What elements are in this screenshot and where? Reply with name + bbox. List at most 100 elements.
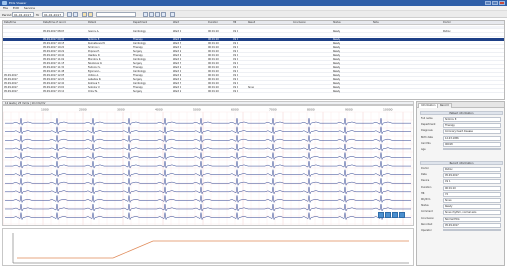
table-row[interactable]: 05.09.2017 10:22 Popova E. Surgery Ward 2 00… <box>3 50 504 53</box>
table-row[interactable]: 05.09.2017 05.09.2017 13:00 Sokolov V. Ther… <box>3 86 504 89</box>
field-value[interactable]: 00018 <box>443 141 501 147</box>
table-row[interactable]: 05.09.2017 10:20 Smirnov I. Therapy Ward 1 0… <box>3 46 504 49</box>
field-value[interactable]: Therapy <box>443 123 501 129</box>
field-value[interactable]: Petrov <box>443 167 501 172</box>
column-header[interactable]: Doctor <box>443 21 451 25</box>
field-value[interactable]: 72 <box>443 191 501 197</box>
table-row[interactable]: 05.09.2017 11:48 Egorova L. Cardiology Ward… <box>3 70 504 73</box>
field-value[interactable]: 12.03.1956 <box>443 135 501 141</box>
table-cell: Ready <box>333 78 341 81</box>
zoom-in-icon[interactable] <box>385 212 391 218</box>
field-value[interactable]: Coronary heart disease <box>443 129 501 135</box>
table-cell: Therapy <box>133 38 143 41</box>
field-label: Age <box>421 148 426 151</box>
table-cell: Smirnov I. <box>88 46 101 49</box>
table-cell: 00:01:10 <box>208 38 219 41</box>
table-row[interactable]: 05.09.2017 05.09.2017 12:05 Volkov A. Thera… <box>3 74 504 77</box>
refresh-icon[interactable] <box>82 12 87 17</box>
search-icon[interactable] <box>67 12 72 17</box>
field-value[interactable] <box>443 229 501 231</box>
table-cell: 00:01:10 <box>208 58 219 61</box>
field-value[interactable]: 05.09.2017 <box>443 222 501 228</box>
menu-item-file[interactable]: File <box>3 6 8 10</box>
app-logo-icon <box>2 1 7 5</box>
table-row[interactable]: 05.09.2017 08:03 Ivanov A. Cardiology Ward … <box>3 30 504 33</box>
help-icon[interactable] <box>170 12 175 17</box>
time-label: 10000 <box>383 108 393 112</box>
sort-icon[interactable] <box>161 12 166 17</box>
column-header[interactable]: Status <box>333 21 341 25</box>
table-cell: 00:01:10 <box>208 86 219 89</box>
table-row[interactable]: 05.09.2017 11:02 Morozov K. Cardiology Ward… <box>3 58 504 61</box>
table-cell: Therapy <box>133 46 143 49</box>
field-value[interactable]: Ready <box>443 204 501 210</box>
table-cell: Orlov N. <box>88 90 98 93</box>
field-value[interactable]: CS 1 <box>443 179 501 185</box>
export-icon[interactable] <box>143 12 148 17</box>
print-icon[interactable] <box>88 12 93 17</box>
zoom-out-icon[interactable] <box>378 212 384 218</box>
table-cell: Ready <box>333 42 341 45</box>
to-label: To <box>36 13 40 17</box>
field-value[interactable]: 00:01:10 <box>443 185 501 191</box>
period-to-input[interactable]: 01.01.2017 <box>42 12 64 17</box>
field-value[interactable]: Sinus <box>443 198 501 203</box>
close-icon[interactable] <box>499 1 505 5</box>
table-cell: Cardiology <box>133 30 146 33</box>
column-header[interactable]: Department <box>133 21 147 25</box>
table-cell: Ward 4 <box>173 54 182 57</box>
table-row[interactable]: 05.09.2017 05.09.2017 12:20 Lebedev R. Surg… <box>3 78 504 81</box>
time-label: 3000 <box>117 108 125 112</box>
table-cell: 05.09.2017 12:40 <box>43 82 65 85</box>
field-value[interactable]: Normal ECG <box>443 216 501 222</box>
period-from-input[interactable]: 01.01.2017 <box>12 12 34 17</box>
column-header[interactable]: Patient <box>88 21 96 25</box>
minimize-icon[interactable] <box>485 1 491 5</box>
table-cell: Ward 1 <box>173 86 182 89</box>
calendar-icon[interactable] <box>73 12 78 17</box>
fit-icon[interactable] <box>392 212 398 218</box>
table-cell: Surgery <box>133 90 143 93</box>
ecg-lead-trace <box>5 186 411 195</box>
column-header[interactable]: Date/time <box>4 21 16 25</box>
field-value[interactable]: Sidorov P. <box>443 117 501 122</box>
tab-information[interactable]: Information <box>418 103 439 108</box>
time-label: 1000 <box>41 108 49 112</box>
settings-icon[interactable] <box>149 12 154 17</box>
field-value[interactable] <box>443 148 501 150</box>
field-value[interactable]: 05.09.2017 <box>443 173 501 179</box>
table-row[interactable]: 05.09.2017 10:40 Vasiliev D. Therapy Ward 4… <box>3 54 504 57</box>
column-header[interactable]: Duration <box>208 21 218 25</box>
field-value[interactable]: Sinus rhythm, normal axis <box>443 210 501 216</box>
table-cell: Lebedev R. <box>88 78 102 81</box>
column-header[interactable]: Date/time of record <box>43 21 66 25</box>
column-header[interactable]: Conclusion <box>293 21 306 25</box>
grid-icon[interactable] <box>399 212 405 218</box>
ecg-lead-trace <box>5 126 411 135</box>
table-row[interactable] <box>3 34 504 37</box>
table-cell: Ward 2 <box>173 66 182 69</box>
filter-input[interactable] <box>96 12 136 17</box>
column-header[interactable]: HR <box>233 21 236 25</box>
table-row[interactable]: 05.09.2017 05.09.2017 13:10 Orlov N. Surger… <box>3 90 504 93</box>
column-header[interactable]: Note <box>373 21 379 25</box>
table-cell: Ward 3 <box>173 42 182 45</box>
column-header[interactable]: Result <box>248 21 255 25</box>
tab-record[interactable]: Record <box>437 103 452 108</box>
column-header[interactable]: Ward <box>173 21 179 25</box>
table-row[interactable] <box>3 26 504 29</box>
table-row[interactable]: 05.09.2017 11:30 Fedorov S. Therapy Ward 2 0… <box>3 66 504 69</box>
table-cell: CS 1 <box>233 42 239 45</box>
table-cell: 00:01:10 <box>208 78 219 81</box>
table-row[interactable]: 05.09.2017 09:44 Sidorov P. Therapy Ward 2 0… <box>3 38 504 41</box>
table-cell: 00:01:10 <box>208 42 219 45</box>
maximize-icon[interactable] <box>492 1 498 5</box>
filter-icon[interactable] <box>155 12 160 17</box>
ecg-lead-trace <box>5 161 411 169</box>
table-cell: 00:01:10 <box>208 30 219 33</box>
menu-item-service[interactable]: Service <box>24 6 35 10</box>
table-row[interactable]: 05.09.2017 11:15 Novikova O. Surgery Ward 3… <box>3 62 504 65</box>
table-row[interactable]: 05.09.2017 10:15 Kuznetsova M. Cardiology W… <box>3 42 504 45</box>
table-row[interactable]: 05.09.2017 05.09.2017 12:40 Kozlova T. Card… <box>3 82 504 85</box>
menu-item-edit[interactable]: Edit <box>13 6 19 10</box>
